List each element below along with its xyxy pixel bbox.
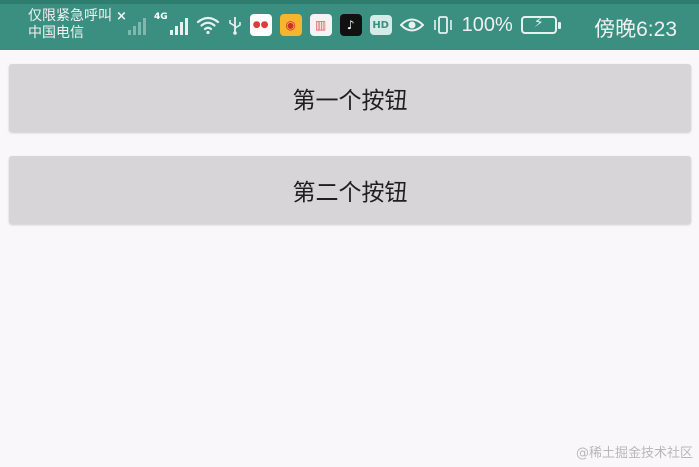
carrier-info: 仅限紧急呼叫 × 中国电信 [28, 8, 127, 42]
status-bar: 仅限紧急呼叫 × 中国电信 4G ●● ◉ ▥ ♪ HD 100% ⚡ 傍晚6:… [0, 0, 699, 50]
book-icon: ▥ [309, 14, 332, 36]
emergency-row: 仅限紧急呼叫 × [28, 8, 127, 25]
signal-icon [169, 15, 188, 35]
emergency-text: 仅限紧急呼叫 [28, 8, 112, 24]
vibrate-icon [433, 16, 452, 34]
clock: 傍晚6:23 [594, 18, 677, 41]
charging-bolt-icon: ⚡ [533, 15, 544, 31]
watermark: @稀土掘金技术社区 [575, 446, 693, 461]
weibo-icon: ◉ [279, 14, 302, 36]
battery-percent: 100% [461, 13, 513, 36]
status-icons: 4G ●● ◉ ▥ ♪ HD 100% ⚡ [128, 8, 561, 42]
signal-icon [128, 15, 146, 35]
first-button[interactable]: 第一个按钮 [9, 64, 691, 132]
app-icon-1: ●● [249, 14, 272, 36]
app-screen: 仅限紧急呼叫 × 中国电信 4G ●● ◉ ▥ ♪ HD 100% ⚡ 傍晚6:… [0, 0, 699, 467]
hd-icon: HD [369, 15, 392, 35]
battery-icon: ⚡ [520, 15, 561, 34]
wifi-icon [196, 16, 219, 35]
no-sim-icon: × [116, 9, 127, 24]
carrier-name: 中国电信 [28, 25, 84, 41]
eye-icon [399, 18, 424, 32]
usb-icon [228, 17, 241, 35]
tiktok-icon: ♪ [339, 14, 362, 36]
status-bar-top-strip [0, 0, 699, 4]
second-button[interactable]: 第二个按钮 [9, 156, 691, 224]
network-type-label: 4G [154, 12, 168, 22]
